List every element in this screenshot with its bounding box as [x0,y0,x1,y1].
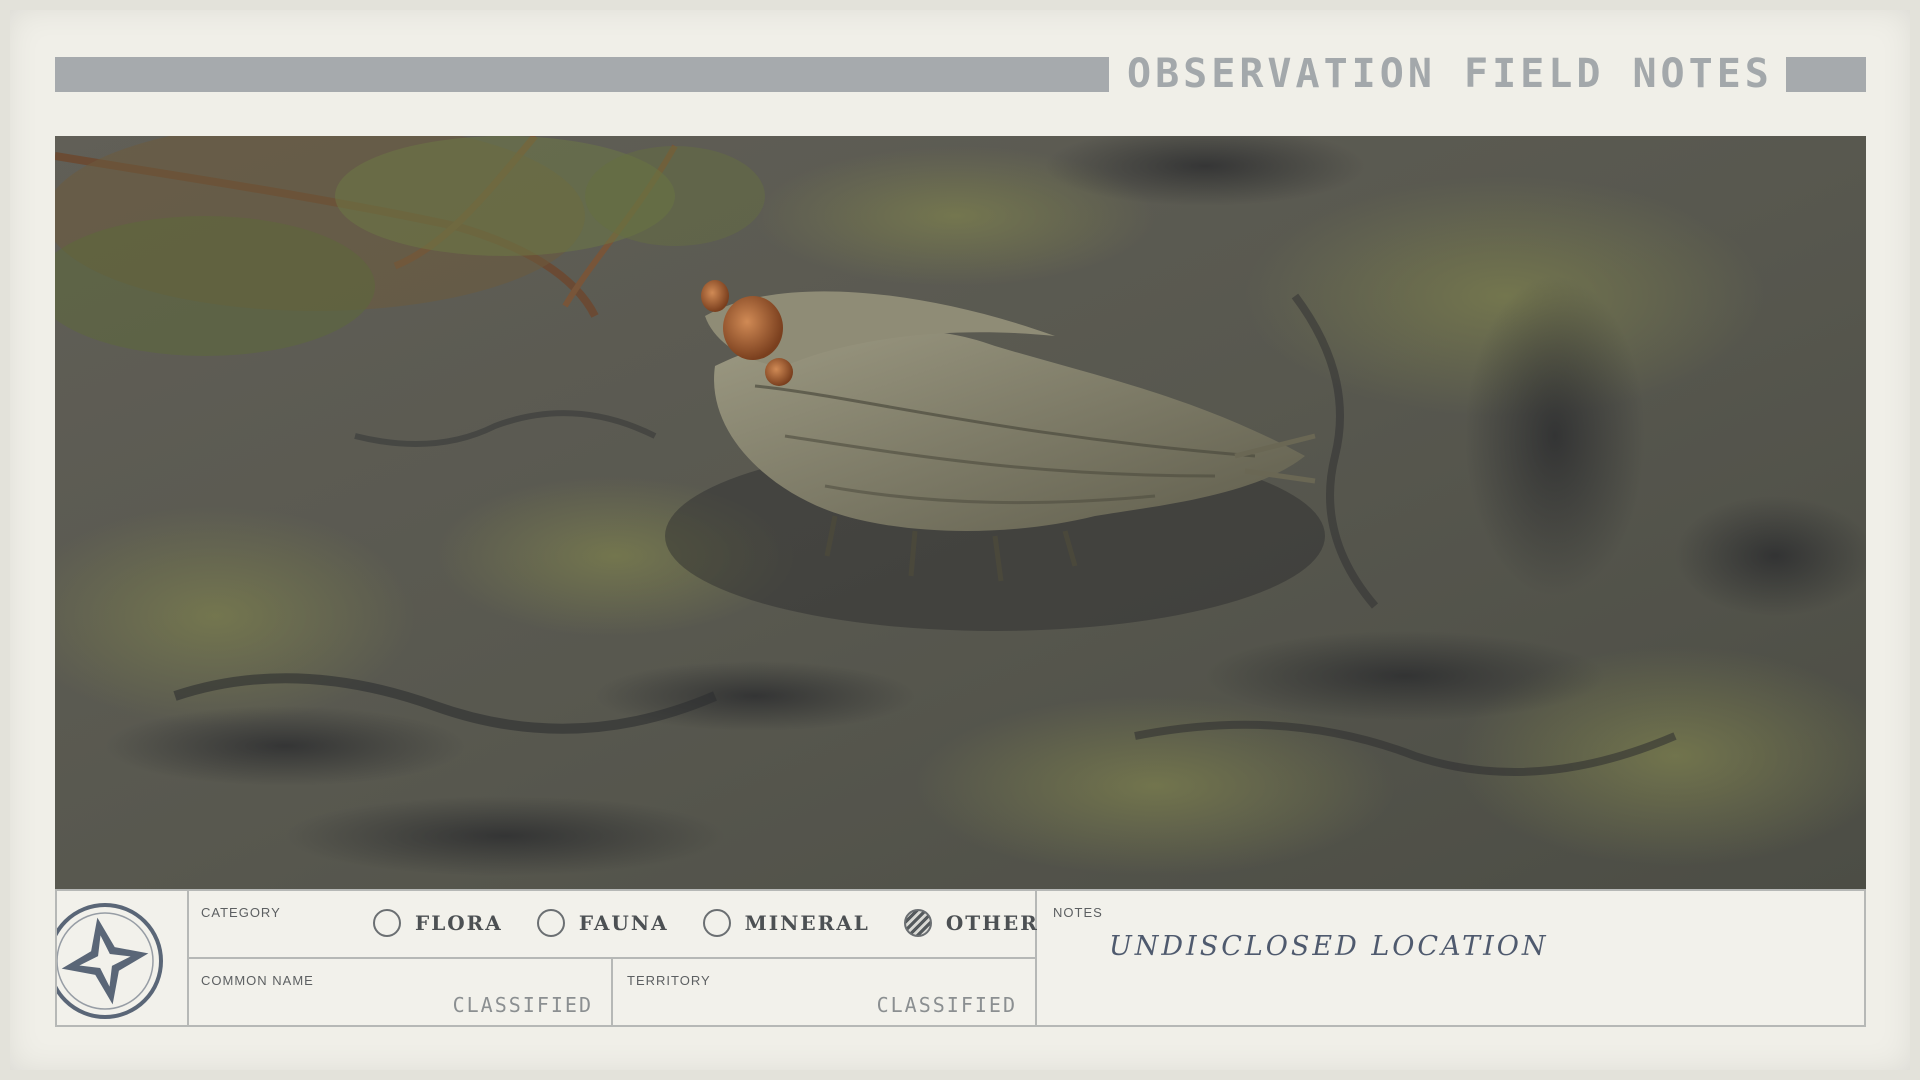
four-point-star-seal-icon [47,903,163,1019]
page-title: OBSERVATION FIELD NOTES [1127,51,1773,97]
observation-photo [55,136,1866,889]
common-name-field: COMMON NAME CLASSIFIED [189,959,613,1025]
header-bar-left [55,57,1109,92]
category-options: FLORA FAUNA MINERAL OTHER [373,909,1073,937]
header: OBSERVATION FIELD NOTES [55,52,1866,96]
category-option-flora[interactable]: FLORA [373,909,503,937]
radio-fauna[interactable] [536,909,565,937]
notes-field: NOTES UNDISCLOSED LOCATION [1037,891,1864,1025]
category-option-label: OTHER [945,911,1039,935]
radio-mineral[interactable] [702,909,731,937]
category-option-label: FLORA [415,911,503,935]
field-notes-form: CATEGORY FLORA FAUNA MINERAL OTHER COMMO… [47,889,1866,1027]
category-option-label: FAUNA [578,911,669,935]
common-name-value: CLASSIFIED [452,993,593,1017]
logo-cell [47,891,189,1025]
notes-label: NOTES [1053,905,1103,920]
photo-illustration [55,136,1866,889]
territory-label: TERRITORY [627,973,711,988]
territory-value: CLASSIFIED [876,993,1017,1017]
common-name-label: COMMON NAME [201,973,314,988]
category-option-label: MINERAL [744,911,870,935]
territory-field: TERRITORY CLASSIFIED [613,959,1037,1025]
radio-flora[interactable] [373,909,401,937]
category-option-fauna[interactable]: FAUNA [536,909,669,937]
category-option-mineral[interactable]: MINERAL [702,909,870,937]
category-label: CATEGORY [201,905,281,920]
category-field: CATEGORY FLORA FAUNA MINERAL OTHER [189,891,1037,959]
category-option-other[interactable]: OTHER [903,909,1039,937]
field-notes-card: OBSERVATION FIELD NOTES CATEGORY FLORA F… [0,0,1920,1080]
notes-value: UNDISCLOSED LOCATION [1109,931,1549,962]
radio-other[interactable] [903,909,932,937]
header-bar-right [1786,57,1866,92]
